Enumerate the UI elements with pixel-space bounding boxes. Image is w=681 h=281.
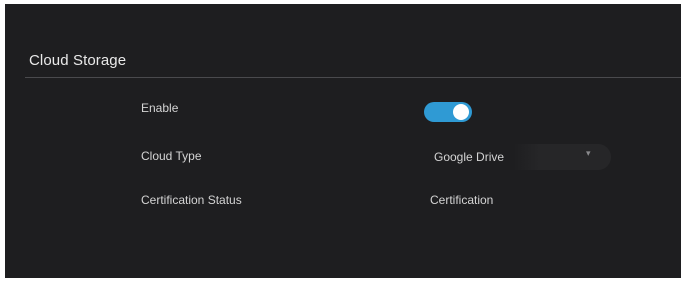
section-divider bbox=[25, 77, 681, 78]
cloud-type-value: Google Drive bbox=[434, 150, 505, 164]
certification-status-value: Certification bbox=[430, 193, 494, 207]
cloud-type-select[interactable]: Google Drive ▾ bbox=[423, 144, 611, 170]
section-title: Cloud Storage bbox=[29, 52, 127, 69]
toggle-knob bbox=[453, 104, 469, 120]
chevron-down-icon: ▾ bbox=[586, 148, 591, 158]
certification-status-label: Certification Status bbox=[141, 193, 242, 207]
settings-panel: Cloud Storage Enable Cloud Type Google D… bbox=[5, 4, 681, 278]
enable-toggle[interactable] bbox=[424, 102, 472, 122]
enable-label: Enable bbox=[141, 101, 179, 115]
cloud-type-label: Cloud Type bbox=[141, 149, 202, 163]
